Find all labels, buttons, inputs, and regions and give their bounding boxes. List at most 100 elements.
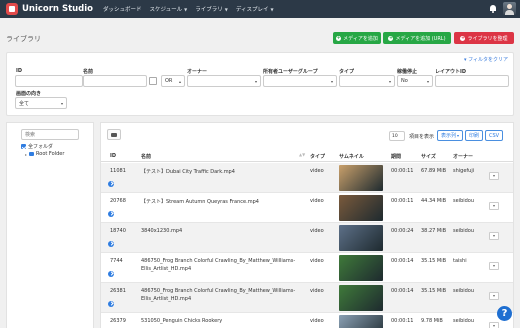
layout-id-filter-input[interactable] [435, 75, 509, 87]
cell-name: 486750_Frog Branch Colorful Crawling_By_… [141, 288, 296, 294]
thumbnail-image[interactable] [339, 255, 383, 281]
row-actions-button[interactable]: ▾ [489, 292, 499, 300]
add-media-url-button[interactable]: + メディアを追加 (URL) [383, 32, 451, 44]
cell-duration: 00:00:14 [391, 258, 414, 264]
page-title: ライブラリ [6, 35, 41, 43]
tree-item-label: 全フォルダ [28, 144, 54, 150]
main-nav: ダッシュボード スケジュール ▼ ライブラリ ▼ ディスプレイ ▼ [103, 5, 282, 14]
folder-toggle-button[interactable] [107, 129, 121, 140]
column-header-size[interactable]: サイズ [421, 153, 436, 160]
owner-group-filter-label: 所有者ユーザーグループ [263, 69, 318, 75]
app-name: Unicorn Studio [22, 4, 94, 14]
thumbnail-image[interactable] [339, 285, 383, 311]
media-panel: 10 項目を表示 表示列 ▾ 印刷 CSV ID 名前 ▲▼ タイプ サムネイル … [100, 122, 514, 328]
row-actions-button[interactable]: ▾ [489, 172, 499, 180]
folder-search-input[interactable]: 検索 [21, 129, 79, 140]
tree-item-all-folders[interactable]: 全フォルダ [21, 143, 53, 150]
logical-operator-select[interactable]: OR ▴ [161, 75, 185, 87]
nav-item-library[interactable]: ライブラリ ▼ [195, 5, 228, 14]
select-caret-icon: ▾ [330, 79, 333, 84]
cell-name-continued: Ellis_Artlist_HD.mp4 [141, 266, 192, 272]
thumbnail-image[interactable] [339, 195, 383, 221]
expand-icon[interactable]: ▸ [25, 152, 27, 157]
column-visibility-label: 表示列 [440, 133, 456, 139]
cell-owner: seibidou [453, 198, 475, 204]
folder-panel: 検索 全フォルダ ▸ Root Folder [6, 122, 94, 328]
table-row[interactable]: 11081 【テスト】Dubai City Traffic Dark.mp4 vid… [101, 163, 513, 193]
nav-item-display[interactable]: ディスプレイ ▼ [236, 5, 274, 14]
column-header-name[interactable]: 名前 [141, 153, 151, 160]
cell-id: 26381 [110, 288, 126, 294]
cell-duration: 00:00:14 [391, 288, 414, 294]
name-regex-checkbox[interactable] [149, 77, 157, 85]
column-header-type[interactable]: タイプ [310, 153, 325, 160]
table-row[interactable]: 7744 486750_Frog Branch Colorful Crawling… [101, 253, 513, 283]
nav-item-dashboard[interactable]: ダッシュボード [103, 5, 142, 13]
csv-label: CSV [488, 132, 500, 139]
cell-id: 11081 [110, 168, 126, 174]
row-detail-icon[interactable] [108, 271, 114, 277]
print-button[interactable]: 印刷 [465, 130, 483, 141]
page-length-select[interactable]: 10 [389, 131, 405, 141]
cell-size: 44.34 MiB [421, 198, 447, 204]
cell-size: 35.15 MiB [421, 258, 447, 264]
cell-owner: seibidou [453, 318, 475, 324]
column-header-duration[interactable]: 期間 [391, 153, 401, 160]
page-length-value: 10 [392, 133, 398, 139]
row-detail-icon[interactable] [108, 301, 114, 307]
cell-name: 【テスト】Stream Autumn Queyras France.mp4 [141, 199, 259, 205]
owner-filter-select[interactable]: ▾ [187, 75, 261, 87]
type-filter-select[interactable]: ▾ [339, 75, 395, 87]
tree-item-root-folder[interactable]: ▸ Root Folder [25, 151, 64, 157]
help-icon[interactable]: ? [497, 306, 512, 321]
retired-filter-select[interactable]: No ▾ [397, 75, 433, 87]
table-row[interactable]: 18740 3840x1230.mp4 video 00:00:24 38.27 MiB… [101, 223, 513, 253]
column-visibility-button[interactable]: 表示列 ▾ [437, 130, 463, 141]
cell-type: video [310, 198, 324, 204]
row-actions-button[interactable]: ▾ [489, 202, 499, 210]
csv-button[interactable]: CSV [485, 130, 503, 141]
organize-library-button[interactable]: + ライブラリを整理 [454, 32, 514, 44]
cell-duration: 00:00:11 [391, 318, 414, 324]
cell-name: 531050_Penguin Chicks Rookery [141, 318, 223, 324]
cell-id: 7744 [110, 258, 123, 264]
table-row[interactable]: 26381 486750_Frog Branch Colorful Crawlin… [101, 283, 513, 313]
bell-icon[interactable] [488, 4, 497, 13]
cell-name: 3840x1230.mp4 [141, 228, 183, 234]
cell-name: 【テスト】Dubai City Traffic Dark.mp4 [141, 169, 235, 175]
row-detail-icon[interactable] [108, 241, 114, 247]
cell-type: video [310, 168, 324, 174]
nav-item-schedule[interactable]: スケジュール ▼ [150, 5, 188, 14]
add-media-button[interactable]: + メディアを追加 [333, 32, 381, 44]
row-actions-button[interactable]: ▾ [489, 262, 499, 270]
clear-filter-link[interactable]: ▾ フィルタをクリア [464, 56, 508, 63]
column-header-owner[interactable]: オーナー [453, 153, 473, 160]
select-caret-icon: ▾ [426, 79, 429, 84]
cell-size: 38.27 MiB [421, 228, 447, 234]
orientation-filter-select[interactable]: 全て ▾ [15, 97, 67, 109]
thumbnail-image[interactable] [339, 315, 383, 328]
column-header-id[interactable]: ID [110, 153, 116, 159]
nav-item-label: ライブラリ [195, 7, 223, 13]
cell-name: 486750_Frog Branch Colorful Crawling_By_… [141, 258, 296, 264]
organize-library-label: ライブラリを整理 [467, 35, 508, 42]
id-filter-input[interactable] [15, 75, 83, 87]
thumbnail-image[interactable] [339, 165, 383, 191]
table-row[interactable]: 26379 531050_Penguin Chicks Rookery video 0… [101, 313, 513, 328]
row-detail-icon[interactable] [108, 211, 114, 217]
row-actions-button[interactable]: ▾ [489, 232, 499, 240]
row-detail-icon[interactable] [108, 181, 114, 187]
cell-owner: seibidou [453, 228, 475, 234]
name-filter-input[interactable] [83, 75, 147, 87]
owner-group-filter-select[interactable]: ▾ [263, 75, 337, 87]
brand[interactable]: Unicorn Studio [6, 3, 93, 15]
row-actions-button[interactable]: ▾ [489, 322, 499, 328]
add-media-url-label: メディアを追加 (URL) [395, 35, 446, 42]
caret-down-icon: ▾ [457, 133, 460, 138]
thumbnail-image[interactable] [339, 225, 383, 251]
plus-icon: + [336, 35, 342, 41]
unicorn-logo-icon [6, 3, 18, 15]
select-caret-icon: ▴ [178, 79, 181, 84]
table-row[interactable]: 20768 【テスト】Stream Autumn Queyras France.m… [101, 193, 513, 223]
avatar[interactable] [503, 2, 516, 15]
